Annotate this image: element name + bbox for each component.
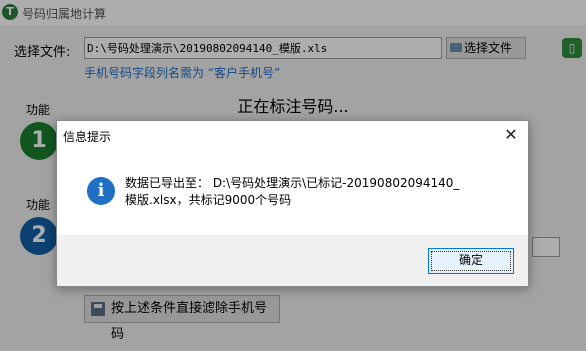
dialog-titlebar: 信息提示 ✕	[57, 121, 528, 149]
info-icon: i	[87, 177, 115, 205]
info-dialog: 信息提示 ✕ i 数据已导出至： D:\号码处理演示\已标记-201908020…	[56, 120, 529, 287]
close-icon[interactable]: ✕	[498, 123, 524, 147]
dialog-title: 信息提示	[63, 130, 112, 144]
dialog-footer: 确定	[57, 235, 528, 286]
dialog-body: i 数据已导出至： D:\号码处理演示\已标记-20190802094140_模…	[57, 149, 528, 235]
ok-button-focus-ring	[431, 251, 511, 271]
ok-button[interactable]: 确定	[428, 248, 514, 274]
dialog-message: 数据已导出至： D:\号码处理演示\已标记-20190802094140_模版.…	[125, 176, 460, 207]
